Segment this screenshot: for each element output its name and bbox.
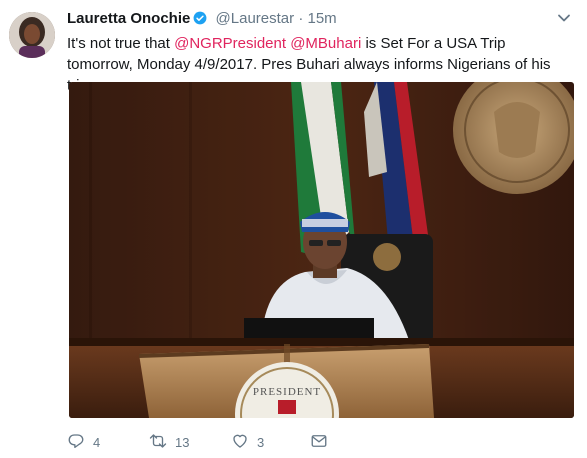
reply-icon (67, 432, 85, 453)
direct-message-button[interactable] (310, 432, 328, 452)
tweet-timestamp[interactable]: 15m (307, 10, 336, 27)
author-handle[interactable]: @Laurestar (216, 10, 295, 27)
like-icon (231, 432, 249, 453)
tweet-text-start: It's not true that (67, 35, 175, 52)
svg-text:PRESIDENT: PRESIDENT (253, 386, 321, 398)
author-name[interactable]: Lauretta Onochie (67, 10, 190, 27)
tweet-photo[interactable]: PRESIDENT (69, 82, 574, 418)
reply-button[interactable]: 4 (67, 432, 100, 452)
like-button[interactable]: 3 (231, 432, 264, 452)
tweet-card[interactable]: Lauretta Onochie @Laurestar · 15m It's n… (0, 0, 587, 458)
tweet-header: Lauretta Onochie @Laurestar · 15m (67, 10, 337, 27)
mention-mbuhari[interactable]: @MBuhari (290, 35, 361, 52)
retweet-count: 13 (175, 434, 190, 450)
like-count: 3 (257, 434, 265, 450)
mention-ngrpresident[interactable]: @NGRPresident (174, 35, 286, 52)
reply-count: 4 (93, 434, 101, 450)
retweet-button[interactable]: 13 (149, 432, 189, 452)
avatar[interactable] (9, 12, 55, 58)
separator-dot: · (298, 10, 304, 27)
verified-badge-icon (193, 11, 207, 25)
tweet-actions: 4 13 3 (67, 432, 367, 452)
retweet-icon (149, 432, 167, 453)
chevron-down-icon[interactable] (556, 10, 572, 26)
message-icon (310, 432, 328, 453)
